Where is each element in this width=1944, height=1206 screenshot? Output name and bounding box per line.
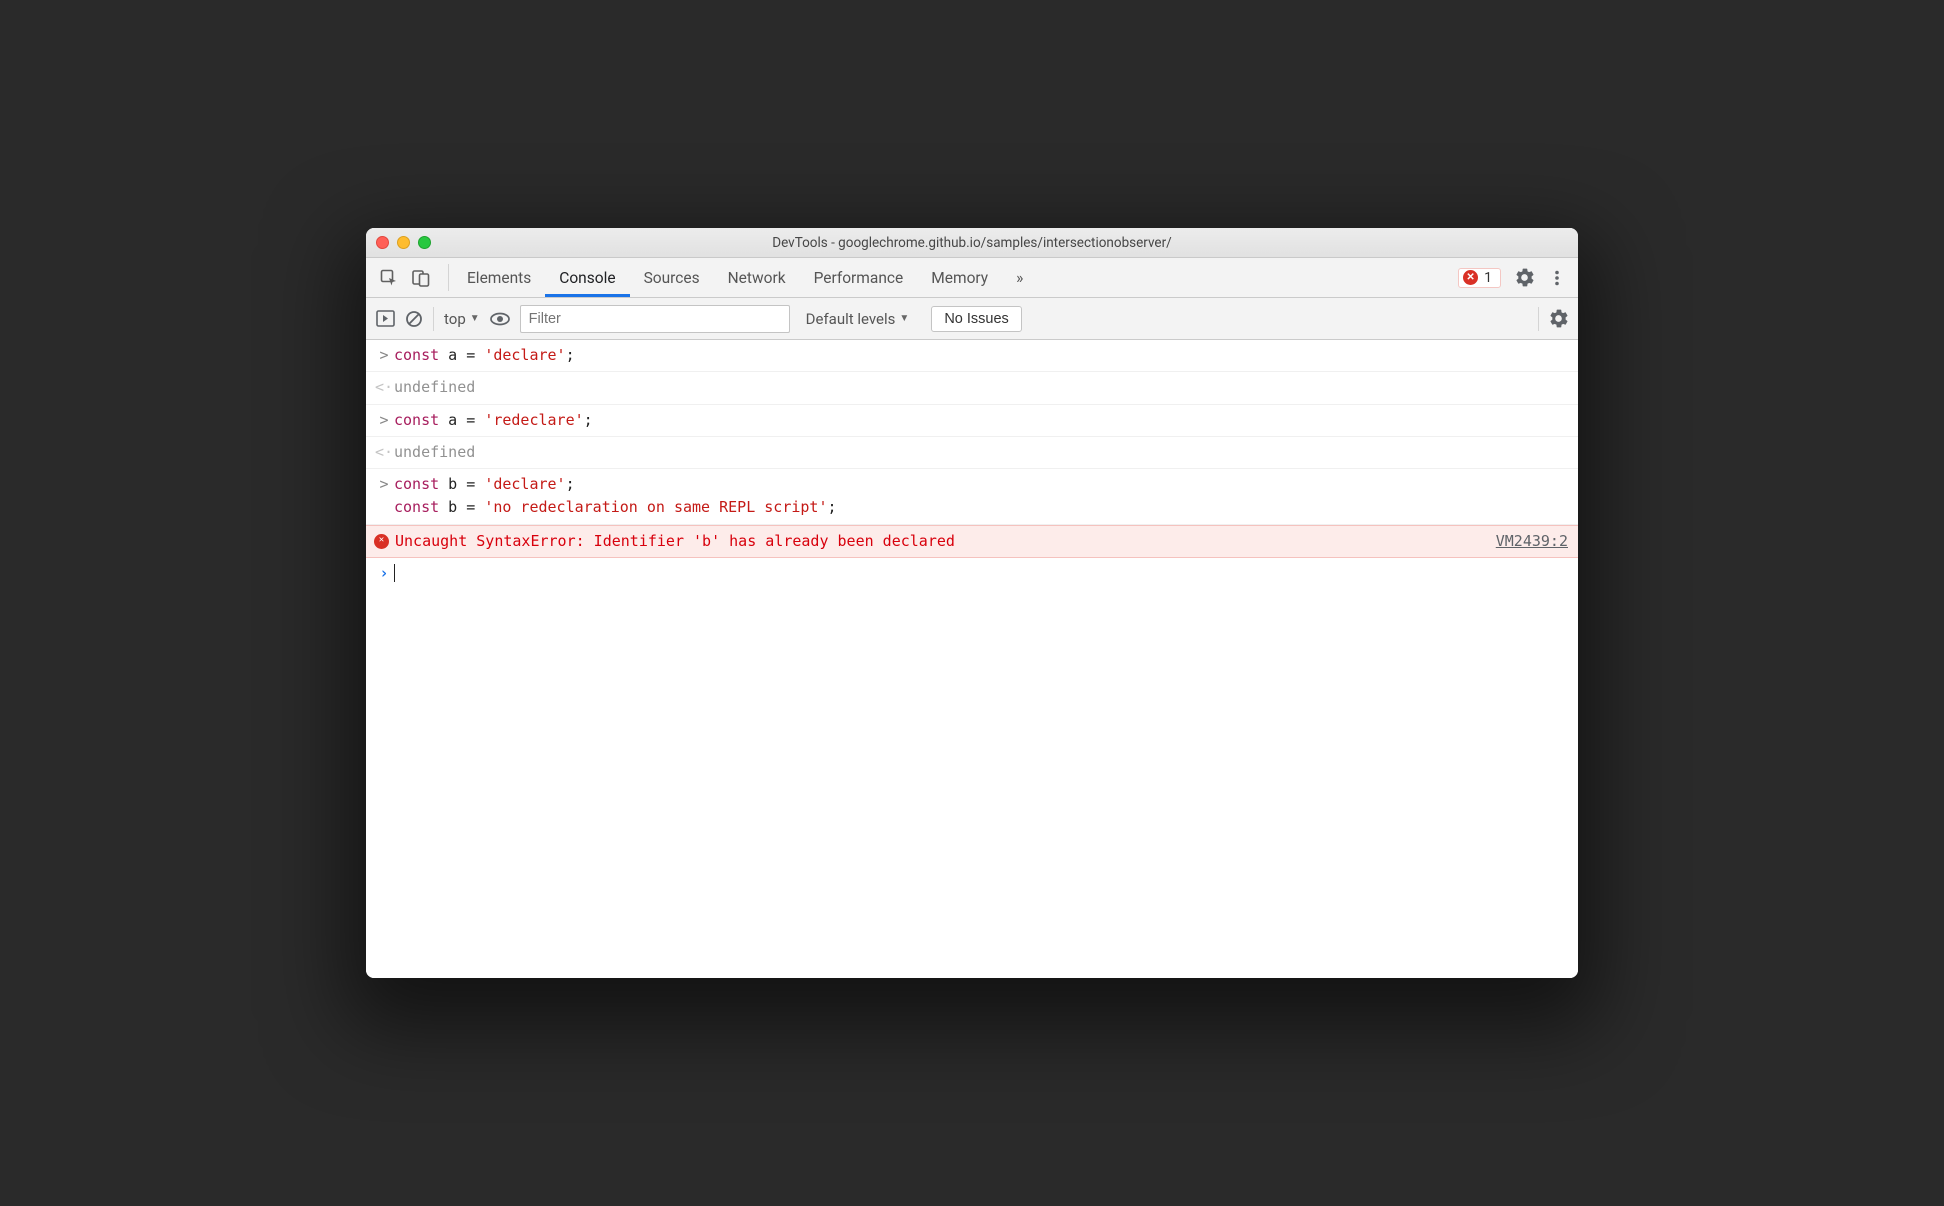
error-icon bbox=[374, 534, 389, 549]
error-count: 1 bbox=[1484, 270, 1492, 286]
tab-sources[interactable]: Sources bbox=[630, 258, 714, 297]
error-source-link[interactable]: VM2439:2 bbox=[1496, 530, 1568, 553]
console-input: >const a = 'declare'; bbox=[366, 340, 1578, 372]
close-window-button[interactable] bbox=[376, 236, 389, 249]
context-selector[interactable]: top ▼ bbox=[444, 310, 480, 328]
console-toolbar: top ▼ Default levels ▼ No Issues bbox=[366, 298, 1578, 340]
main-tabbar: Elements Console Sources Network Perform… bbox=[366, 258, 1578, 298]
console-input: >const b = 'declare'; const b = 'no rede… bbox=[366, 469, 1578, 525]
console-input: >const a = 'redeclare'; bbox=[366, 405, 1578, 437]
tab-more[interactable]: » bbox=[1002, 258, 1037, 297]
clear-console-icon[interactable] bbox=[405, 310, 423, 328]
tab-performance[interactable]: Performance bbox=[800, 258, 918, 297]
panel-tabs: Elements Console Sources Network Perform… bbox=[453, 258, 1037, 297]
chevron-down-icon: ▼ bbox=[470, 313, 480, 324]
error-message: Uncaught SyntaxError: Identifier 'b' has… bbox=[389, 530, 1496, 553]
console-output[interactable]: >const a = 'declare';<·undefined>const a… bbox=[366, 340, 1578, 978]
tab-network[interactable]: Network bbox=[714, 258, 800, 297]
settings-icon[interactable] bbox=[1515, 268, 1534, 287]
tab-console[interactable]: Console bbox=[545, 258, 629, 297]
issues-button[interactable]: No Issues bbox=[931, 306, 1021, 332]
toggle-device-icon[interactable] bbox=[412, 269, 430, 287]
inspect-element-icon[interactable] bbox=[380, 269, 398, 287]
context-label: top bbox=[444, 310, 466, 328]
sidebar-toggle-icon[interactable] bbox=[376, 310, 395, 327]
console-return: <·undefined bbox=[366, 372, 1578, 404]
log-levels-selector[interactable]: Default levels ▼ bbox=[806, 310, 910, 328]
traffic-lights bbox=[376, 236, 431, 249]
window-title: DevTools - googlechrome.github.io/sample… bbox=[366, 235, 1578, 251]
tab-memory[interactable]: Memory bbox=[917, 258, 1002, 297]
console-return: <·undefined bbox=[366, 437, 1578, 469]
kebab-menu-icon[interactable] bbox=[1548, 269, 1566, 287]
live-expression-icon[interactable] bbox=[490, 312, 510, 326]
maximize-window-button[interactable] bbox=[418, 236, 431, 249]
tab-elements[interactable]: Elements bbox=[453, 258, 545, 297]
titlebar: DevTools - googlechrome.github.io/sample… bbox=[366, 228, 1578, 258]
devtools-window: DevTools - googlechrome.github.io/sample… bbox=[366, 228, 1578, 978]
filter-input[interactable] bbox=[520, 305, 790, 333]
console-settings-icon[interactable] bbox=[1549, 309, 1568, 328]
chevron-down-icon: ▼ bbox=[899, 313, 909, 324]
error-icon bbox=[1463, 270, 1478, 285]
levels-label: Default levels bbox=[806, 310, 896, 328]
console-prompt[interactable]: › bbox=[366, 558, 1578, 589]
console-error: Uncaught SyntaxError: Identifier 'b' has… bbox=[366, 525, 1578, 558]
error-count-badge[interactable]: 1 bbox=[1458, 268, 1501, 288]
minimize-window-button[interactable] bbox=[397, 236, 410, 249]
